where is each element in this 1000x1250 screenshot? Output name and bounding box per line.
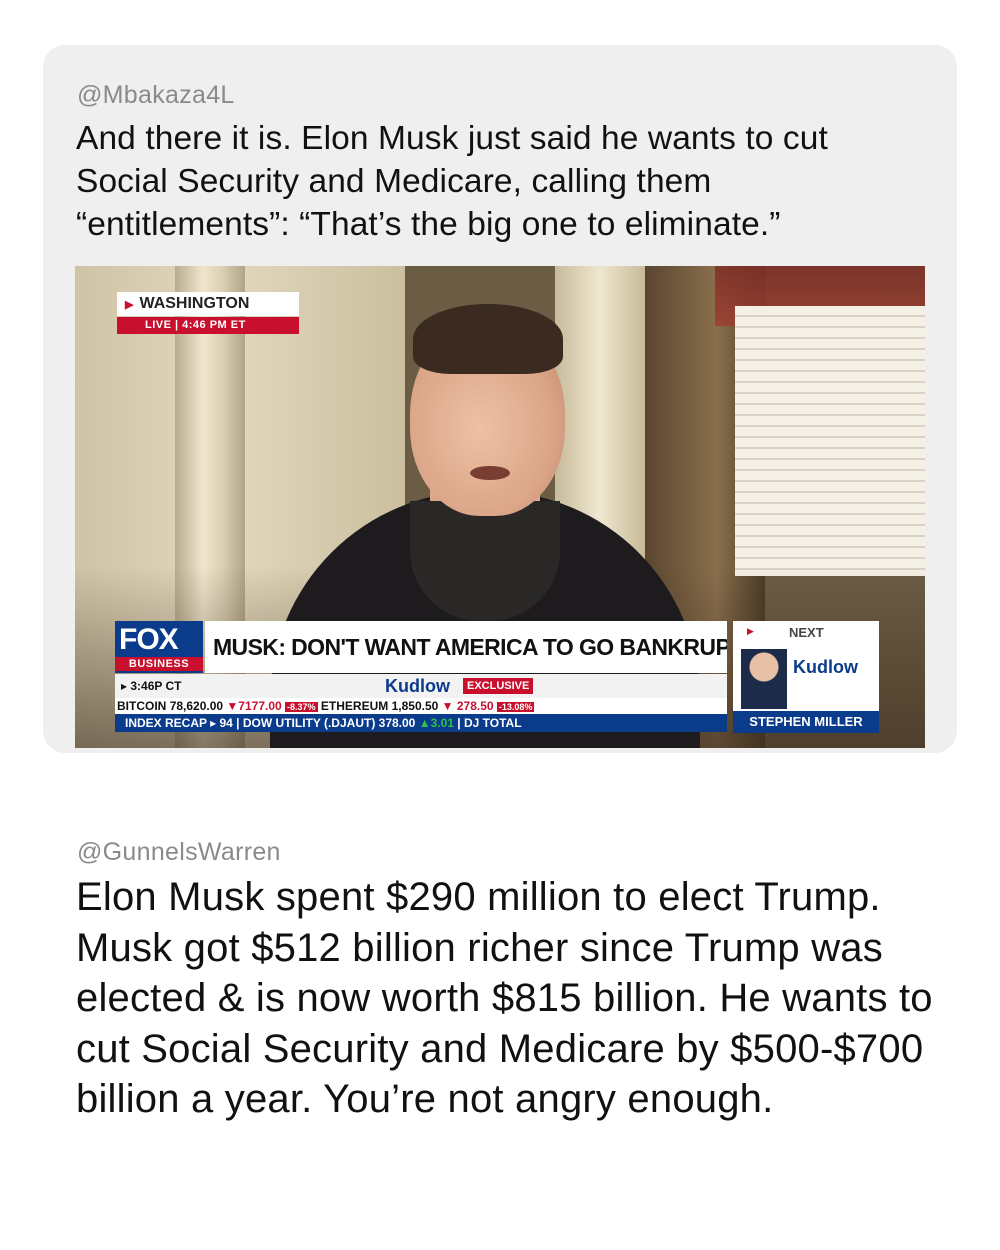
ticker-bitcoin-label: BITCOIN bbox=[117, 699, 167, 713]
ticker-dow-utility: DOW UTILITY (.DJAUT) 378.00 bbox=[242, 716, 416, 730]
ticker-bitcoin-change: ▼7177.00 bbox=[226, 699, 282, 713]
live-label: LIVE | 4:46 PM ET bbox=[117, 317, 299, 334]
broadcast-time: ▸ 3:46P CT bbox=[121, 679, 182, 693]
location-badge: ▶ WASHINGTON LIVE | 4:46 PM ET bbox=[117, 292, 299, 336]
play-triangle-icon: ▶ bbox=[747, 626, 754, 636]
index-ticker: INDEX RECAP ▸ 94 | DOW UTILITY (.DJAUT) … bbox=[115, 714, 727, 732]
ticker-index-recap: INDEX RECAP ▸ 94 bbox=[125, 716, 233, 730]
up-next-guest: STEPHEN MILLER bbox=[733, 711, 879, 733]
speaker-mouth bbox=[470, 466, 510, 480]
up-next-panel: ▶ NEXT Kudlow STEPHEN MILLER bbox=[733, 621, 879, 733]
crypto-ticker: BITCOIN 78,620.00 ▼7177.00 -8.37% ETHERE… bbox=[115, 698, 727, 714]
post-text: Elon Musk spent $290 million to elect Tr… bbox=[76, 875, 933, 1121]
guest-photo bbox=[741, 649, 787, 709]
quoted-post-card[interactable]: @Mbakaza4L And there it is. Elon Musk ju… bbox=[43, 45, 957, 753]
quoted-post-text: And there it is. Elon Musk just said he … bbox=[76, 120, 828, 243]
background-window-blinds bbox=[735, 306, 925, 576]
network-logo-text: FOX bbox=[119, 623, 179, 656]
location-label: WASHINGTON bbox=[139, 295, 250, 312]
network-logo-sub: BUSINESS bbox=[115, 657, 203, 671]
ticker-eth-pct: -13.08% bbox=[496, 702, 535, 712]
news-chyron: FOX BUSINESS MUSK: DON'T WANT AMERICA TO… bbox=[115, 618, 879, 736]
ticker-eth-change: ▼ 278.50 bbox=[441, 699, 494, 713]
author-handle[interactable]: @GunnelsWarren bbox=[77, 838, 281, 867]
ticker-dow-change: ▲3.01 bbox=[418, 716, 454, 730]
chyron-subbar: ▸ 3:46P CT Kudlow EXCLUSIVE bbox=[115, 674, 727, 698]
ticker-bitcoin-value: 78,620.00 bbox=[169, 699, 224, 713]
up-next-show: Kudlow bbox=[793, 657, 858, 677]
quoted-author-handle[interactable]: @Mbakaza4L bbox=[77, 81, 235, 110]
speaker-hair bbox=[413, 304, 563, 374]
play-triangle-icon: ▶ bbox=[125, 299, 134, 311]
up-next-label: NEXT bbox=[789, 625, 824, 640]
ticker-eth-value: 1,850.50 bbox=[391, 699, 439, 713]
ticker-eth-label: ETHEREUM bbox=[320, 699, 389, 713]
network-logo: FOX BUSINESS bbox=[115, 621, 203, 673]
video-thumbnail[interactable]: ▶ WASHINGTON LIVE | 4:46 PM ET FOX BUSINE… bbox=[75, 266, 925, 748]
ticker-dj-total: DJ TOTAL bbox=[463, 716, 522, 730]
chyron-headline: MUSK: DON'T WANT AMERICA TO GO BANKRUPT bbox=[205, 621, 727, 673]
ticker-bitcoin-pct: -8.37% bbox=[285, 702, 318, 712]
show-name: Kudlow bbox=[385, 676, 450, 696]
exclusive-tag: EXCLUSIVE bbox=[463, 678, 534, 694]
